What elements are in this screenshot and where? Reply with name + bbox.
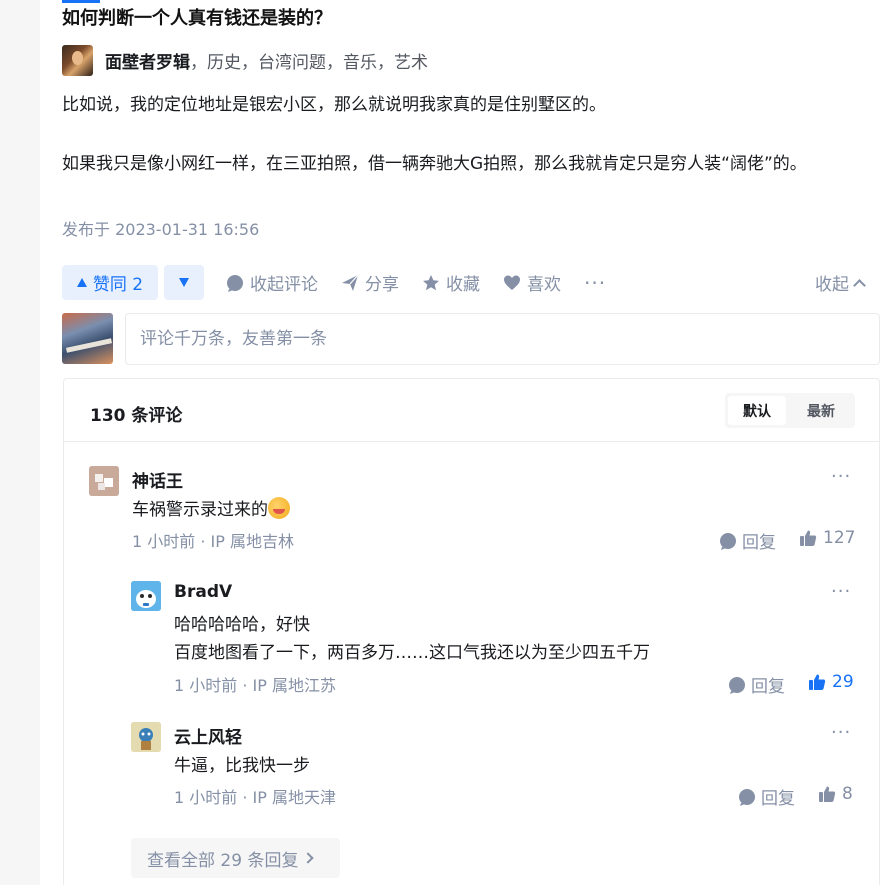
current-user-avatar bbox=[62, 313, 113, 364]
answer-actions: 赞同 2 收起评论 分享 收藏 喜欢 ··· 收起 bbox=[62, 265, 874, 300]
page-gutter bbox=[0, 0, 40, 885]
chevron-up-icon bbox=[853, 278, 866, 292]
author-name[interactable]: 面壁者罗辑 bbox=[105, 48, 190, 73]
like-count-button[interactable]: 29 bbox=[808, 672, 854, 692]
comment-meta: 1 小时前 · IP 属地江苏 bbox=[174, 676, 336, 695]
top-accent-bar bbox=[62, 0, 100, 3]
tongue-face-emoji-icon bbox=[268, 497, 290, 519]
avatar-image bbox=[131, 722, 161, 752]
comment-bubble-icon bbox=[729, 676, 745, 694]
commenter-avatar[interactable] bbox=[89, 466, 119, 496]
comment-item: BradV 哈哈哈哈哈，好快 百度地图看了一下，两百多万……这口气我还以为至少四… bbox=[131, 581, 855, 701]
collapse-answer-button[interactable]: 收起 bbox=[815, 265, 866, 300]
comment-bubble-icon bbox=[227, 274, 243, 292]
sort-default-tab[interactable]: 默认 bbox=[728, 396, 786, 425]
comment-bubble-icon bbox=[720, 532, 736, 550]
reply-label: 回复 bbox=[742, 533, 776, 553]
like-count: 8 bbox=[842, 784, 853, 804]
comment-item: 云上风轻 牛逼，比我快一步 1 小时前 · IP 属地天津 ··· 回复 8 bbox=[131, 722, 855, 812]
sort-latest-tab[interactable]: 最新 bbox=[791, 396, 851, 425]
avatar-image bbox=[131, 581, 161, 611]
favorite-label: 收藏 bbox=[446, 275, 480, 295]
comment-text: 牛逼，比我快一步 bbox=[174, 756, 310, 776]
reply-button[interactable]: 回复 bbox=[719, 528, 776, 553]
comment-text: 哈哈哈哈哈，好快 百度地图看了一下，两百多万……这口气我还以为至少四五千万 bbox=[174, 611, 650, 667]
heart-icon bbox=[504, 275, 520, 290]
author-tags: ，历史，台湾问题，音乐，艺术 bbox=[190, 52, 428, 73]
like-count: 29 bbox=[832, 672, 854, 692]
thumbs-up-icon bbox=[800, 530, 817, 546]
like-count-button[interactable]: 127 bbox=[799, 528, 855, 548]
comment-text-content: 车祸警示录过来的 bbox=[132, 500, 268, 520]
comment-text-line: 百度地图看了一下，两百多万……这口气我还以为至少四五千万 bbox=[174, 643, 650, 663]
author-info: 面壁者罗辑 ，历史，台湾问题，音乐，艺术 bbox=[62, 44, 428, 76]
vote-down-button[interactable] bbox=[164, 265, 204, 300]
more-actions-button[interactable]: ··· bbox=[584, 265, 606, 300]
like-label: 喜欢 bbox=[527, 275, 561, 295]
comment-count: 130 条评论 bbox=[90, 406, 183, 426]
comments-header: 130 条评论 默认 最新 bbox=[64, 379, 879, 442]
collapse-comments-button[interactable]: 收起评论 bbox=[226, 265, 318, 300]
comment-more-button[interactable]: ··· bbox=[831, 581, 851, 602]
author-avatar[interactable] bbox=[62, 44, 93, 76]
commenter-name[interactable]: 云上风轻 bbox=[174, 723, 242, 748]
comment-input[interactable] bbox=[125, 313, 880, 365]
sort-toggle: 默认 最新 bbox=[725, 393, 855, 428]
comment-composer bbox=[62, 313, 880, 365]
view-all-replies-button[interactable]: 查看全部 29 条回复 bbox=[131, 838, 340, 878]
chevron-right-icon bbox=[302, 852, 315, 864]
collapse-comments-label: 收起评论 bbox=[250, 275, 318, 295]
like-count: 127 bbox=[823, 528, 856, 548]
comment-text-line: 哈哈哈哈哈，好快 bbox=[174, 615, 310, 635]
like-count-button[interactable]: 8 bbox=[818, 784, 853, 804]
comment-text: 车祸警示录过来的 bbox=[132, 496, 290, 524]
star-icon bbox=[423, 274, 439, 290]
reply-label: 回复 bbox=[761, 789, 795, 809]
comment-meta: 1 小时前 · IP 属地天津 bbox=[174, 788, 336, 807]
comment-bubble-icon bbox=[739, 788, 755, 806]
avatar-image bbox=[89, 466, 119, 496]
triangle-up-icon bbox=[76, 278, 87, 287]
reply-button[interactable]: 回复 bbox=[728, 672, 785, 697]
share-button[interactable]: 分享 bbox=[341, 265, 399, 300]
answer-paragraph: 如果我只是像小网红一样，在三亚拍照，借一辆奔驰大G拍照，那么我就肯定只是穷人装“… bbox=[62, 154, 807, 174]
vote-up-label: 赞同 2 bbox=[92, 275, 144, 295]
commenter-name[interactable]: BradV bbox=[174, 582, 232, 602]
reply-label: 回复 bbox=[751, 677, 785, 697]
collapse-label: 收起 bbox=[815, 275, 849, 295]
favorite-button[interactable]: 收藏 bbox=[422, 265, 480, 300]
comment-more-button[interactable]: ··· bbox=[831, 722, 851, 743]
view-all-label: 查看全部 29 条回复 bbox=[147, 850, 299, 871]
comment-item: 神话王 车祸警示录过来的 1 小时前 · IP 属地吉林 ··· 回复 127 bbox=[89, 466, 855, 556]
commenter-name[interactable]: 神话王 bbox=[132, 467, 183, 492]
reply-button[interactable]: 回复 bbox=[738, 784, 795, 809]
paper-plane-icon bbox=[342, 274, 359, 291]
commenter-avatar[interactable] bbox=[131, 581, 161, 611]
comment-more-button[interactable]: ··· bbox=[831, 466, 851, 487]
publish-time[interactable]: 发布于 2023-01-31 16:56 bbox=[62, 216, 259, 240]
vote-up-button[interactable]: 赞同 2 bbox=[62, 265, 158, 300]
answer-paragraph: 比如说，我的定位地址是银宏小区，那么就说明我家真的是住别墅区的。 bbox=[62, 95, 606, 115]
commenter-avatar[interactable] bbox=[131, 722, 161, 752]
thumbs-up-icon bbox=[809, 674, 826, 690]
thumbs-up-icon bbox=[819, 786, 836, 802]
like-button[interactable]: 喜欢 bbox=[503, 265, 561, 300]
comment-meta: 1 小时前 · IP 属地吉林 bbox=[132, 532, 294, 551]
question-title[interactable]: 如何判断一个人真有钱还是装的？ bbox=[62, 4, 332, 30]
triangle-down-icon bbox=[179, 278, 189, 287]
share-label: 分享 bbox=[365, 275, 399, 295]
